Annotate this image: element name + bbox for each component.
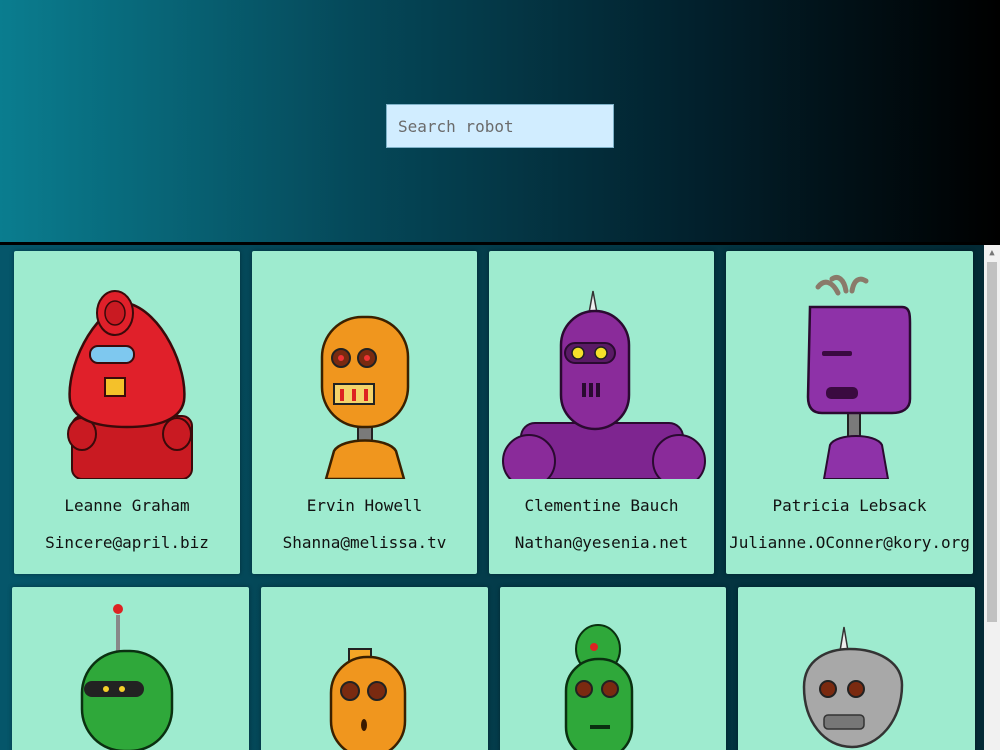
robot-email: Shanna@melissa.tv <box>282 533 447 552</box>
scrollbar[interactable]: ▲ <box>984 245 1000 750</box>
robot-card[interactable] <box>500 587 726 750</box>
robot-avatar-icon <box>329 648 407 750</box>
robot-card[interactable]: Ervin Howell Shanna@melissa.tv <box>252 251 477 574</box>
robot-avatar-icon <box>802 626 904 749</box>
header <box>0 0 1000 242</box>
robot-card[interactable]: Leanne Graham Sincere@april.biz <box>14 251 240 574</box>
robot-name: Clementine Bauch <box>524 496 679 515</box>
scrollbar-thumb[interactable] <box>987 262 997 622</box>
robot-email: Nathan@yesenia.net <box>514 533 689 552</box>
robot-name: Ervin Howell <box>306 496 423 515</box>
robot-card[interactable] <box>738 587 975 750</box>
robot-avatar-icon <box>564 624 634 750</box>
robot-avatar-icon <box>502 290 706 479</box>
robot-card[interactable] <box>12 587 249 750</box>
search-input[interactable] <box>386 104 614 148</box>
robot-card[interactable]: Clementine Bauch Nathan@yesenia.net <box>489 251 714 574</box>
robot-avatar-icon <box>80 604 174 750</box>
robot-list[interactable]: Leanne Graham Sincere@april.biz Ervin Ho… <box>0 245 984 750</box>
robot-card[interactable] <box>261 587 488 750</box>
robot-avatar-icon <box>320 315 410 479</box>
robot-name: Patricia Lebsack <box>772 496 927 515</box>
robot-avatar-icon <box>806 275 912 479</box>
robot-email: Sincere@april.biz <box>45 533 209 552</box>
scroll-up-arrow-icon[interactable]: ▲ <box>984 245 1000 261</box>
robot-avatar-icon <box>67 290 193 479</box>
robot-card[interactable]: Patricia Lebsack Julianne.OConner@kory.o… <box>726 251 973 574</box>
robot-name: Leanne Graham <box>64 496 190 515</box>
robot-email: Julianne.OConner@kory.org <box>729 533 970 552</box>
